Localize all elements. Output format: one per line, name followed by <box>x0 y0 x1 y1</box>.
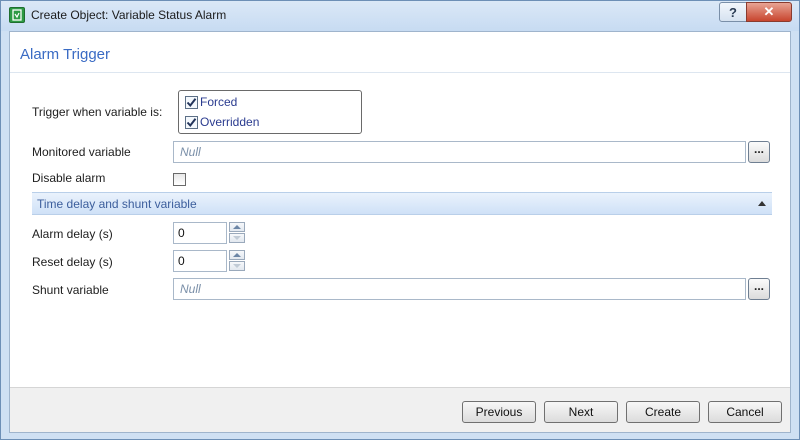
help-button[interactable]: ? <box>719 2 747 22</box>
previous-button[interactable]: Previous <box>462 401 536 423</box>
disable-alarm-label: Disable alarm <box>32 171 106 185</box>
monitored-variable-browse-button[interactable]: ... <box>748 141 770 163</box>
check-icon <box>186 117 197 127</box>
trigger-group: Forced Overridden <box>178 90 362 134</box>
collapse-arrow-icon[interactable] <box>758 201 766 206</box>
dialog-content: Alarm Trigger Trigger when variable is: … <box>9 31 791 433</box>
next-button[interactable]: Next <box>544 401 618 423</box>
page-title: Alarm Trigger <box>20 46 111 63</box>
overridden-option[interactable]: Overridden <box>185 115 259 129</box>
monitored-variable-label: Monitored variable <box>32 145 131 159</box>
reset-delay-input[interactable]: 0 <box>173 250 227 272</box>
alarm-delay-decrement-button[interactable] <box>229 233 245 243</box>
check-icon <box>186 97 197 107</box>
alarm-delay-input[interactable]: 0 <box>173 222 227 244</box>
trigger-label: Trigger when variable is: <box>32 105 163 119</box>
reset-delay-decrement-button[interactable] <box>229 261 245 271</box>
time-delay-section-header[interactable]: Time delay and shunt variable <box>32 192 772 215</box>
reset-delay-increment-button[interactable] <box>229 250 245 260</box>
create-button[interactable]: Create <box>626 401 700 423</box>
cancel-button[interactable]: Cancel <box>708 401 782 423</box>
alarm-delay-increment-button[interactable] <box>229 222 245 232</box>
button-bar: Previous Next Create Cancel <box>10 387 790 432</box>
close-button[interactable]: ✕ <box>746 2 792 22</box>
section-title: Time delay and shunt variable <box>37 197 197 211</box>
forced-checkbox[interactable] <box>185 95 198 109</box>
reset-delay-label: Reset delay (s) <box>32 255 113 269</box>
overridden-checkbox[interactable] <box>185 115 198 129</box>
overridden-label: Overridden <box>200 115 260 129</box>
arrow-down-icon <box>233 264 241 268</box>
alarm-delay-label: Alarm delay (s) <box>32 227 113 241</box>
shunt-variable-label: Shunt variable <box>32 283 109 297</box>
dialog-window: Create Object: Variable Status Alarm ? ✕… <box>0 0 800 440</box>
shunt-variable-field[interactable]: Null <box>173 278 746 300</box>
monitored-variable-field[interactable]: Null <box>173 141 746 163</box>
arrow-up-icon <box>233 253 241 257</box>
heading-divider <box>10 72 790 73</box>
shunt-variable-browse-button[interactable]: ... <box>748 278 770 300</box>
arrow-up-icon <box>233 225 241 229</box>
title-bar[interactable]: Create Object: Variable Status Alarm ? ✕ <box>1 1 799 31</box>
app-icon <box>9 7 25 23</box>
disable-alarm-checkbox[interactable] <box>173 173 186 186</box>
forced-label: Forced <box>200 95 238 109</box>
window-title: Create Object: Variable Status Alarm <box>31 8 227 22</box>
arrow-down-icon <box>233 236 241 240</box>
forced-option[interactable]: Forced <box>185 95 237 109</box>
